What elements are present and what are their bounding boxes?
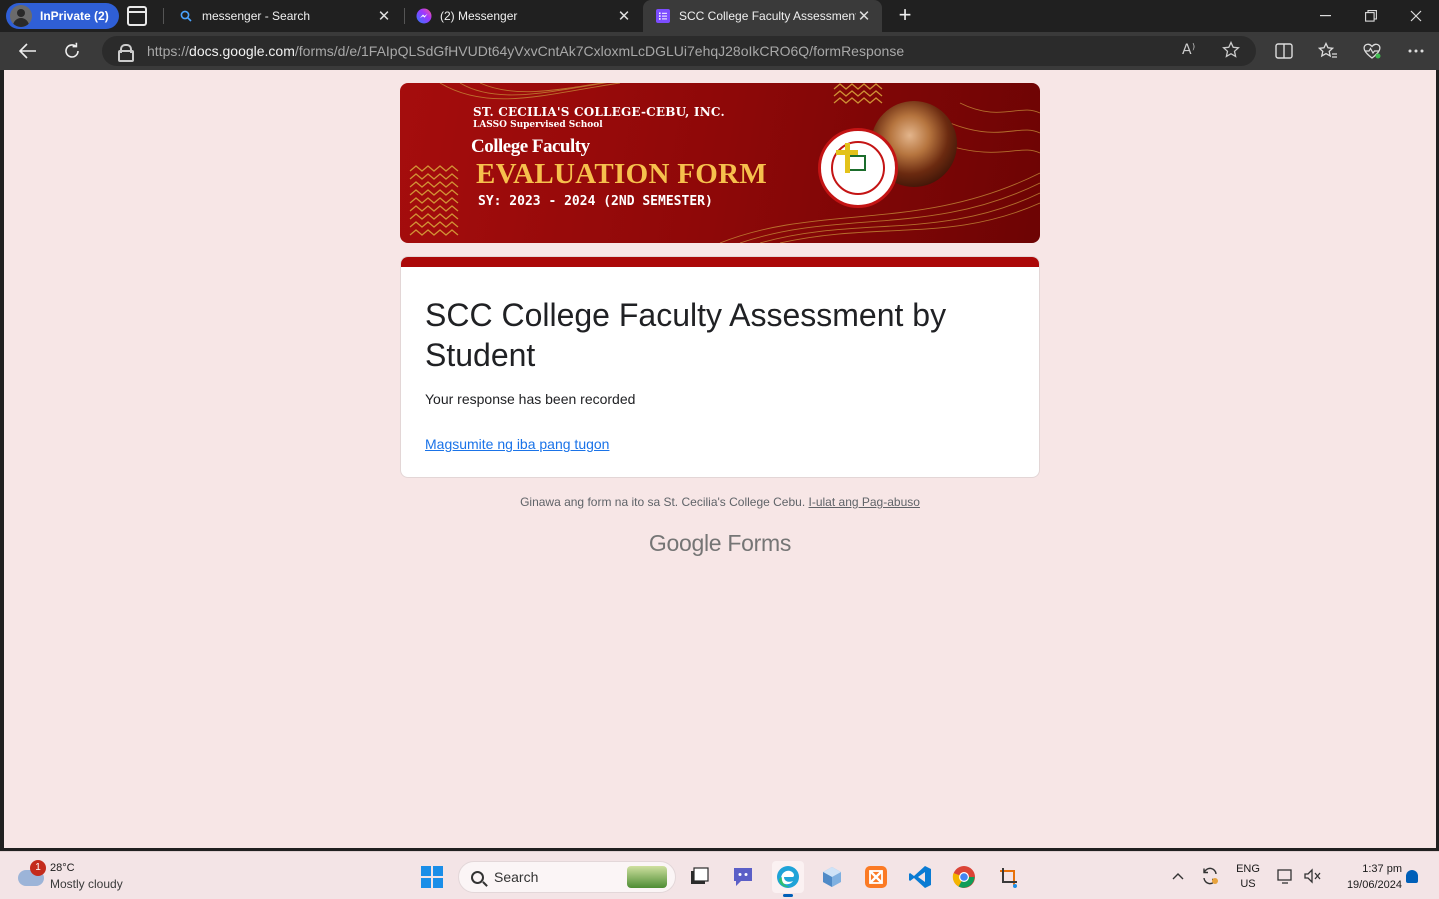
web-page: ST. CECILIA'S COLLEGE-CEBU, INC. LASSO S… (4, 70, 1436, 848)
tab-title: (2) Messenger (440, 9, 518, 23)
close-tab-icon[interactable]: ✕ (856, 7, 872, 25)
google-forms-icon (655, 8, 671, 24)
vscode-icon[interactable] (904, 861, 936, 893)
snipping-tool-icon[interactable] (993, 861, 1025, 893)
messenger-icon (416, 8, 432, 24)
search-highlight-image (627, 866, 667, 888)
form-header-banner: ST. CECILIA'S COLLEGE-CEBU, INC. LASSO S… (400, 83, 1040, 243)
chrome-icon[interactable] (948, 861, 980, 893)
task-view-icon[interactable] (683, 861, 715, 893)
back-arrow-icon[interactable] (14, 38, 42, 64)
new-tab-button[interactable]: + (893, 3, 917, 27)
close-window-icon[interactable] (1393, 0, 1439, 32)
taskbar-search-placeholder: Search (494, 869, 539, 885)
browser-tab-strip: InPrivate (2) messenger - Search ✕ (2) M… (0, 0, 1439, 32)
weather-condition: Mostly cloudy (50, 877, 123, 891)
search-icon (178, 8, 194, 24)
weather-widget[interactable]: 1 28°C Mostly cloudy (18, 860, 138, 894)
xampp-icon[interactable] (860, 861, 892, 893)
tab-actions-icon[interactable] (127, 6, 147, 26)
clock-date: 19/06/2024 (1346, 879, 1402, 891)
tab-divider (163, 8, 164, 24)
form-confirmation-card: SCC College Faculty Assessment by Studen… (400, 256, 1040, 478)
running-indicator (783, 894, 793, 897)
browser-toolbar: https://docs.google.com/forms/d/e/1FAIpQ… (0, 32, 1439, 70)
inprivate-profile-button[interactable]: InPrivate (2) (6, 3, 119, 29)
close-tab-icon[interactable]: ✕ (376, 7, 392, 25)
windows-taskbar: 1 28°C Mostly cloudy Search ENG US 1:37 … (0, 851, 1439, 899)
favorite-star-icon[interactable] (1222, 40, 1240, 63)
tab-title: SCC College Faculty Assessment b (679, 9, 856, 23)
form-title: SCC College Faculty Assessment by Studen… (425, 297, 947, 373)
windows-start-icon[interactable] (421, 866, 443, 888)
search-icon (471, 870, 484, 884)
college-seal-logo (818, 128, 898, 208)
inprivate-label: InPrivate (2) (40, 9, 109, 23)
card-theme-bar (401, 257, 1039, 267)
tab-scc-faculty-assessment[interactable]: SCC College Faculty Assessment b ✕ (643, 0, 882, 32)
address-bar[interactable]: https://docs.google.com/forms/d/e/1FAIpQ… (102, 36, 1256, 66)
teams-chat-icon[interactable] (727, 861, 759, 893)
volume-muted-icon[interactable] (1300, 852, 1324, 899)
footer-created-text: Ginawa ang form na ito sa St. Cecilia's … (520, 495, 806, 509)
profile-avatar-icon (10, 5, 32, 27)
report-abuse-link[interactable]: I-ulat ang Pag-abuso (809, 495, 920, 509)
banner-title: EVALUATION FORM (476, 158, 768, 190)
minimize-window-icon[interactable] (1302, 0, 1348, 32)
banner-school-name: ST. CECILIA'S COLLEGE-CEBU, INC. (473, 105, 725, 119)
weather-temperature: 28°C (50, 862, 75, 874)
banner-subtitle: College Faculty (471, 136, 590, 157)
3d-cube-app-icon[interactable] (816, 861, 848, 893)
google-wordmark: Google (648, 530, 722, 556)
close-tab-icon[interactable]: ✕ (616, 7, 632, 25)
browser-essentials-icon[interactable] (1361, 40, 1383, 62)
input-language-indicator[interactable]: ENG US (1232, 862, 1264, 892)
google-forms-logo[interactable]: Google Forms (4, 530, 1436, 557)
lock-icon[interactable] (118, 44, 134, 62)
tab-messenger-search[interactable]: messenger - Search ✕ (166, 0, 402, 32)
language-code: ENG (1236, 863, 1260, 875)
banner-supervised-text: LASSO Supervised School (473, 120, 603, 130)
network-icon[interactable] (1274, 852, 1298, 899)
svg-text:A: A (1182, 42, 1192, 57)
edge-browser-icon[interactable] (772, 861, 804, 897)
split-screen-icon[interactable] (1273, 40, 1295, 62)
restore-window-icon[interactable] (1348, 0, 1394, 32)
clock-time: 1:37 pm (1362, 863, 1402, 875)
weather-badge: 1 (30, 860, 46, 876)
form-footer-note: Ginawa ang form na ito sa St. Cecilia's … (4, 495, 1436, 509)
svg-text:): ) (1192, 42, 1195, 51)
keyboard-region: US (1240, 878, 1256, 890)
sync-icon[interactable] (1198, 852, 1222, 899)
show-hidden-icons-chevron-icon[interactable] (1168, 852, 1188, 899)
submit-another-response-link[interactable]: Magsumite ng iba pang tugon (425, 436, 609, 452)
url-text[interactable]: https://docs.google.com/forms/d/e/1FAIpQ… (147, 43, 904, 59)
read-aloud-icon[interactable]: A) (1182, 41, 1200, 61)
notification-bell-icon[interactable] (1406, 870, 1418, 883)
response-recorded-message: Your response has been recorded (425, 391, 636, 407)
forms-wordmark: Forms (727, 530, 792, 556)
banner-school-year: SY: 2023 - 2024 (2ND SEMESTER) (478, 194, 713, 209)
tab-title: messenger - Search (202, 9, 311, 23)
taskbar-search-box[interactable]: Search (458, 861, 676, 893)
tab-messenger[interactable]: (2) Messenger ✕ (404, 0, 642, 32)
system-clock[interactable]: 1:37 pm 19/06/2024 (1330, 861, 1402, 893)
refresh-icon[interactable] (58, 38, 86, 64)
more-options-icon[interactable] (1405, 40, 1427, 62)
favorites-icon[interactable] (1317, 40, 1339, 62)
